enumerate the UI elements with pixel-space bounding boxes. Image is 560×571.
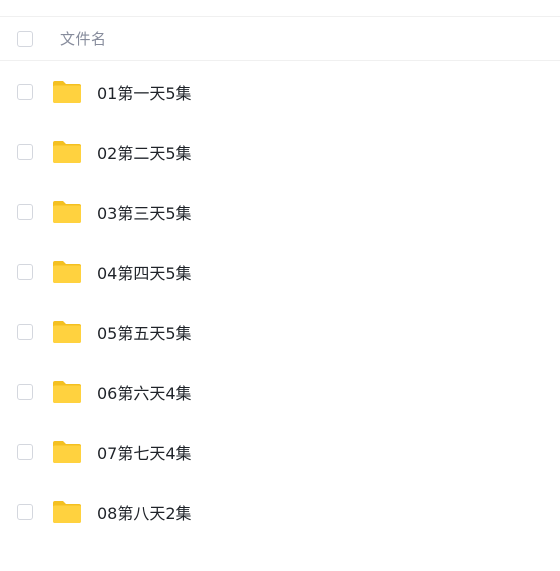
filename-column-header[interactable]: 文件名 (60, 28, 107, 49)
folder-icon (53, 201, 81, 223)
file-name[interactable]: 05第五天5集 (97, 320, 192, 344)
folder-icon (53, 501, 81, 523)
file-row[interactable]: 05第五天5集 (0, 302, 560, 362)
file-row[interactable]: 07第七天4集 (0, 422, 560, 482)
row-checkbox[interactable] (17, 84, 33, 100)
file-name[interactable]: 07第七天4集 (97, 440, 192, 464)
file-name[interactable]: 01第一天5集 (97, 80, 192, 104)
row-checkbox[interactable] (17, 324, 33, 340)
file-name[interactable]: 04第四天5集 (97, 260, 192, 284)
file-row[interactable]: 08第八天2集 (0, 482, 560, 542)
folder-icon (53, 381, 81, 403)
file-row[interactable]: 01第一天5集 (0, 62, 560, 122)
file-name[interactable]: 08第八天2集 (97, 500, 192, 524)
row-checkbox[interactable] (17, 144, 33, 160)
file-row[interactable]: 04第四天5集 (0, 242, 560, 302)
folder-icon (53, 261, 81, 283)
file-name[interactable]: 02第二天5集 (97, 140, 192, 164)
folder-icon (53, 321, 81, 343)
folder-icon (53, 141, 81, 163)
file-name[interactable]: 03第三天5集 (97, 200, 192, 224)
file-row[interactable]: 03第三天5集 (0, 182, 560, 242)
select-all-checkbox[interactable] (17, 30, 33, 47)
file-list-header: 文件名 (0, 17, 560, 61)
row-checkbox[interactable] (17, 444, 33, 460)
file-name[interactable]: 06第六天4集 (97, 380, 192, 404)
file-row[interactable]: 06第六天4集 (0, 362, 560, 422)
row-checkbox[interactable] (17, 204, 33, 220)
row-checkbox[interactable] (17, 504, 33, 520)
folder-icon (53, 81, 81, 103)
row-checkbox[interactable] (17, 264, 33, 280)
row-checkbox[interactable] (17, 384, 33, 400)
file-list: 01第一天5集 02第二天5集 03第三天5集 04第四天5集 05第五天5集 (0, 62, 560, 542)
file-row[interactable]: 02第二天5集 (0, 122, 560, 182)
folder-icon (53, 441, 81, 463)
